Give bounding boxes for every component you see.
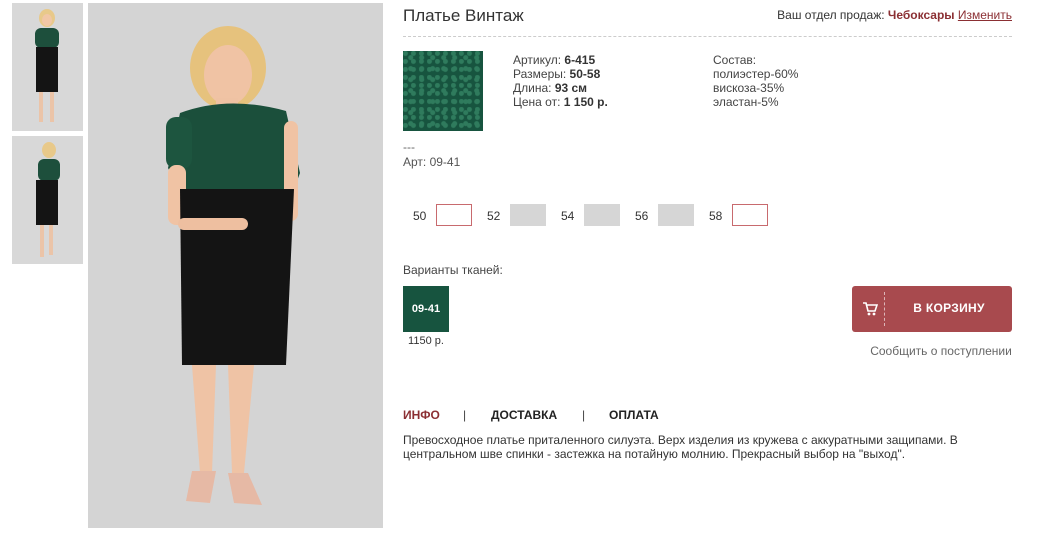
product-specs: Артикул: 6-415 Размеры: 50-58 Длина: 93 … bbox=[513, 53, 608, 109]
add-to-cart-button[interactable]: В КОРЗИНУ bbox=[852, 286, 1012, 332]
product-description: Превосходное платье приталенного силуэта… bbox=[403, 433, 958, 461]
cart-icon bbox=[863, 302, 878, 316]
size-checkbox-56[interactable] bbox=[658, 204, 694, 226]
cart-button-divider bbox=[884, 292, 885, 326]
size-label-54: 54 bbox=[561, 209, 575, 223]
composition-label: Состав: bbox=[713, 53, 757, 67]
header-divider bbox=[403, 36, 1012, 37]
dash-separator: --- bbox=[403, 140, 415, 154]
size-checkbox-54[interactable] bbox=[584, 204, 620, 226]
main-product-photo[interactable] bbox=[88, 3, 383, 528]
fabric-variants-label: Варианты тканей: bbox=[403, 263, 503, 277]
region-city: Чебоксары bbox=[887, 8, 955, 22]
notify-availability-link[interactable]: Сообщить о поступлении bbox=[852, 344, 1030, 358]
tab-delivery[interactable]: ДОСТАВКА bbox=[491, 408, 557, 422]
thumbnail-front[interactable] bbox=[12, 3, 83, 131]
region-label: Ваш отдел продаж: bbox=[777, 8, 885, 22]
product-composition: Состав: полиэстер-60% вискоза-35% эласта… bbox=[713, 53, 798, 109]
tab-separator: | bbox=[582, 408, 586, 422]
thumbnail-side[interactable] bbox=[12, 136, 83, 264]
spec-sizes: Размеры: 50-58 bbox=[513, 67, 601, 81]
size-checkbox-50[interactable] bbox=[436, 204, 472, 226]
size-label-52: 52 bbox=[487, 209, 501, 223]
fabric-variant-price: 1150 р. bbox=[408, 335, 444, 347]
size-label-56: 56 bbox=[635, 209, 649, 223]
dress-model-image bbox=[88, 3, 383, 528]
size-checkbox-58[interactable] bbox=[732, 204, 768, 226]
tab-info[interactable]: ИНФО bbox=[403, 408, 440, 422]
spec-length: Длина: 93 см bbox=[513, 81, 588, 95]
tab-payment[interactable]: ОПЛАТА bbox=[609, 408, 659, 422]
composition-item: полиэстер-60% bbox=[713, 67, 799, 81]
sales-region: Ваш отдел продаж: Чебоксары Изменить bbox=[777, 8, 1012, 22]
size-checkbox-52[interactable] bbox=[510, 204, 546, 226]
product-title: Платье Винтаж bbox=[403, 6, 524, 25]
change-region-link[interactable]: Изменить bbox=[958, 8, 1012, 22]
dress-photo-thumbnail bbox=[12, 3, 83, 131]
add-to-cart-label: В КОРЗИНУ bbox=[913, 301, 985, 315]
dress-photo-thumbnail bbox=[12, 136, 83, 264]
fabric-swatch[interactable] bbox=[403, 51, 483, 131]
fabric-article: Арт: 09-41 bbox=[403, 155, 461, 169]
composition-item: вискоза-35% bbox=[713, 81, 785, 95]
spec-price: Цена от: 1 150 р. bbox=[513, 95, 608, 109]
tab-separator: | bbox=[463, 408, 467, 422]
spec-article: Артикул: 6-415 bbox=[513, 53, 596, 67]
composition-item: эластан-5% bbox=[713, 95, 779, 109]
size-label-50: 50 bbox=[413, 209, 427, 223]
fabric-variant-tile[interactable]: 09-41 bbox=[403, 286, 449, 332]
size-label-58: 58 bbox=[709, 209, 723, 223]
